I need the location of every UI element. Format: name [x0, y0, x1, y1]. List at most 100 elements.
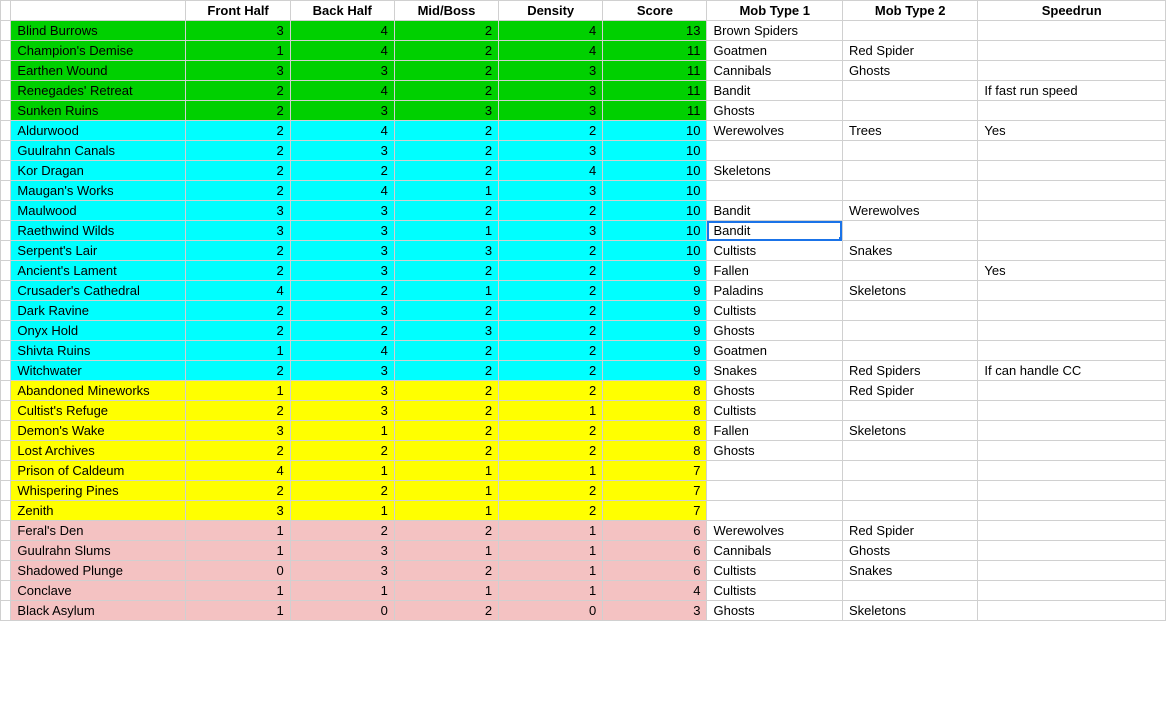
- cell-mid-boss[interactable]: 2: [394, 301, 498, 321]
- cell-density[interactable]: 1: [499, 581, 603, 601]
- cell-back-half[interactable]: 3: [290, 201, 394, 221]
- cell-score[interactable]: 13: [603, 21, 707, 41]
- cell-mid-boss[interactable]: 2: [394, 201, 498, 221]
- cell-speedrun[interactable]: [978, 401, 1166, 421]
- table-row[interactable]: Ancient's Lament23229FallenYes: [1, 261, 1166, 281]
- cell-mob2[interactable]: Werewolves: [842, 201, 977, 221]
- cell-name[interactable]: Guulrahn Canals: [11, 141, 186, 161]
- cell-score[interactable]: 7: [603, 481, 707, 501]
- cell-name[interactable]: Prison of Caldeum: [11, 461, 186, 481]
- cell-name[interactable]: Maulwood: [11, 201, 186, 221]
- cell-mid-boss[interactable]: 2: [394, 41, 498, 61]
- cell-score[interactable]: 9: [603, 341, 707, 361]
- cell-mob2[interactable]: [842, 161, 977, 181]
- table-row[interactable]: Guulrahn Slums13116CannibalsGhosts: [1, 541, 1166, 561]
- cell-name[interactable]: Conclave: [11, 581, 186, 601]
- cell-mob1[interactable]: Cultists: [707, 581, 842, 601]
- cell-mid-boss[interactable]: 2: [394, 601, 498, 621]
- table-row[interactable]: Aldurwood242210WerewolvesTreesYes: [1, 121, 1166, 141]
- cell-score[interactable]: 10: [603, 141, 707, 161]
- cell-mob1[interactable]: Skeletons: [707, 161, 842, 181]
- cell-back-half[interactable]: 1: [290, 461, 394, 481]
- cell-mob1[interactable]: Cultists: [707, 301, 842, 321]
- cell-speedrun[interactable]: [978, 581, 1166, 601]
- cell-score[interactable]: 8: [603, 441, 707, 461]
- cell-mid-boss[interactable]: 1: [394, 281, 498, 301]
- cell-mob1[interactable]: Ghosts: [707, 101, 842, 121]
- cell-back-half[interactable]: 3: [290, 61, 394, 81]
- cell-speedrun[interactable]: [978, 481, 1166, 501]
- cell-score[interactable]: 9: [603, 301, 707, 321]
- cell-score[interactable]: 10: [603, 241, 707, 261]
- cell-mob2[interactable]: [842, 401, 977, 421]
- table-row[interactable]: Witchwater23229SnakesRed SpidersIf can h…: [1, 361, 1166, 381]
- cell-mob2[interactable]: [842, 461, 977, 481]
- table-row[interactable]: Serpent's Lair233210CultistsSnakes: [1, 241, 1166, 261]
- cell-density[interactable]: 2: [499, 121, 603, 141]
- cell-density[interactable]: 2: [499, 441, 603, 461]
- cell-mob1[interactable]: Cultists: [707, 561, 842, 581]
- cell-mob2[interactable]: Skeletons: [842, 281, 977, 301]
- cell-density[interactable]: 3: [499, 141, 603, 161]
- cell-mob2[interactable]: Red Spiders: [842, 361, 977, 381]
- cell-speedrun[interactable]: [978, 461, 1166, 481]
- cell-front-half[interactable]: 2: [186, 401, 290, 421]
- table-row[interactable]: Feral's Den12216WerewolvesRed Spider: [1, 521, 1166, 541]
- cell-density[interactable]: 4: [499, 41, 603, 61]
- cell-score[interactable]: 4: [603, 581, 707, 601]
- cell-name[interactable]: Lost Archives: [11, 441, 186, 461]
- cell-mid-boss[interactable]: 1: [394, 221, 498, 241]
- cell-mid-boss[interactable]: 2: [394, 141, 498, 161]
- cell-back-half[interactable]: 4: [290, 341, 394, 361]
- cell-speedrun[interactable]: [978, 381, 1166, 401]
- cell-mob2[interactable]: [842, 581, 977, 601]
- cell-mid-boss[interactable]: 1: [394, 481, 498, 501]
- table-row[interactable]: Abandoned Mineworks13228GhostsRed Spider: [1, 381, 1166, 401]
- header-mob2[interactable]: Mob Type 2: [842, 1, 977, 21]
- cell-front-half[interactable]: 2: [186, 481, 290, 501]
- cell-mid-boss[interactable]: 2: [394, 441, 498, 461]
- cell-mid-boss[interactable]: 2: [394, 381, 498, 401]
- cell-name[interactable]: Cultist's Refuge: [11, 401, 186, 421]
- table-row[interactable]: Maulwood332210BanditWerewolves: [1, 201, 1166, 221]
- cell-mid-boss[interactable]: 1: [394, 581, 498, 601]
- cell-score[interactable]: 6: [603, 541, 707, 561]
- cell-mid-boss[interactable]: 3: [394, 101, 498, 121]
- cell-front-half[interactable]: 2: [186, 441, 290, 461]
- cell-speedrun[interactable]: Yes: [978, 261, 1166, 281]
- cell-density[interactable]: 2: [499, 421, 603, 441]
- cell-back-half[interactable]: 0: [290, 601, 394, 621]
- cell-speedrun[interactable]: [978, 41, 1166, 61]
- cell-front-half[interactable]: 2: [186, 241, 290, 261]
- cell-density[interactable]: 2: [499, 481, 603, 501]
- cell-density[interactable]: 3: [499, 81, 603, 101]
- cell-score[interactable]: 7: [603, 461, 707, 481]
- cell-mob2[interactable]: Snakes: [842, 561, 977, 581]
- cell-score[interactable]: 9: [603, 361, 707, 381]
- cell-name[interactable]: Renegades' Retreat: [11, 81, 186, 101]
- cell-name[interactable]: Black Asylum: [11, 601, 186, 621]
- table-row[interactable]: Lost Archives22228Ghosts: [1, 441, 1166, 461]
- cell-speedrun[interactable]: [978, 221, 1166, 241]
- cell-front-half[interactable]: 2: [186, 361, 290, 381]
- cell-score[interactable]: 10: [603, 181, 707, 201]
- cell-front-half[interactable]: 3: [186, 61, 290, 81]
- cell-density[interactable]: 2: [499, 361, 603, 381]
- cell-mob2[interactable]: [842, 141, 977, 161]
- cell-name[interactable]: Sunken Ruins: [11, 101, 186, 121]
- cell-front-half[interactable]: 3: [186, 221, 290, 241]
- cell-name[interactable]: Blind Burrows: [11, 21, 186, 41]
- cell-density[interactable]: 1: [499, 521, 603, 541]
- cell-mob2[interactable]: Snakes: [842, 241, 977, 261]
- table-row[interactable]: Raethwind Wilds331310Bandit: [1, 221, 1166, 241]
- cell-mob1[interactable]: Snakes: [707, 361, 842, 381]
- cell-mid-boss[interactable]: 2: [394, 561, 498, 581]
- cell-speedrun[interactable]: [978, 341, 1166, 361]
- cell-back-half[interactable]: 4: [290, 21, 394, 41]
- cell-name[interactable]: Shivta Ruins: [11, 341, 186, 361]
- cell-front-half[interactable]: 1: [186, 341, 290, 361]
- cell-front-half[interactable]: 2: [186, 301, 290, 321]
- cell-mid-boss[interactable]: 2: [394, 341, 498, 361]
- cell-front-half[interactable]: 2: [186, 261, 290, 281]
- cell-density[interactable]: 4: [499, 161, 603, 181]
